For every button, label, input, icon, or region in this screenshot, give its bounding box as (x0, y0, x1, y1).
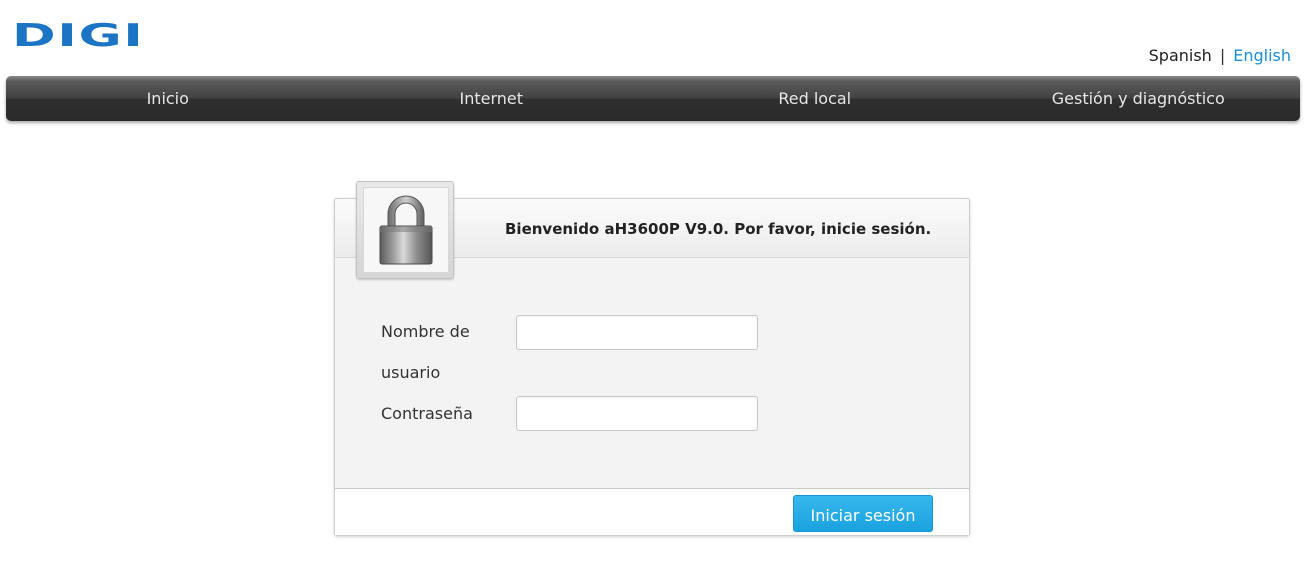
language-option-spanish[interactable]: Spanish (1149, 46, 1212, 65)
main-nav: Inicio Internet Red local Gestión y diag… (6, 76, 1300, 121)
password-label: Contraseña (381, 404, 473, 423)
username-input[interactable] (516, 315, 758, 350)
nav-item-gestion-diagnostico[interactable]: Gestión y diagnóstico (977, 76, 1301, 121)
login-panel-footer: Iniciar sesión (335, 488, 969, 535)
welcome-message: Bienvenido aH3600P V9.0. Por favor, inic… (505, 220, 932, 238)
nav-item-red-local[interactable]: Red local (653, 76, 977, 121)
username-label: Nombre de usuario (381, 322, 470, 382)
nav-item-inicio[interactable]: Inicio (6, 76, 330, 121)
digi-logo: DIGI (12, 17, 145, 55)
language-separator: | (1219, 46, 1226, 65)
login-panel: Bienvenido aH3600P V9.0. Por favor, inic… (334, 181, 970, 536)
login-button[interactable]: Iniciar sesión (793, 495, 933, 532)
nav-item-internet[interactable]: Internet (330, 76, 654, 121)
page: DIGI Spanish | English Inicio Internet Red… (0, 0, 1308, 585)
lock-icon-inner (363, 187, 449, 273)
lock-icon (379, 195, 433, 265)
lock-icon-frame (356, 181, 454, 279)
password-input[interactable] (516, 396, 758, 431)
language-selector: Spanish | English (1149, 46, 1291, 65)
language-option-english[interactable]: English (1233, 46, 1291, 65)
